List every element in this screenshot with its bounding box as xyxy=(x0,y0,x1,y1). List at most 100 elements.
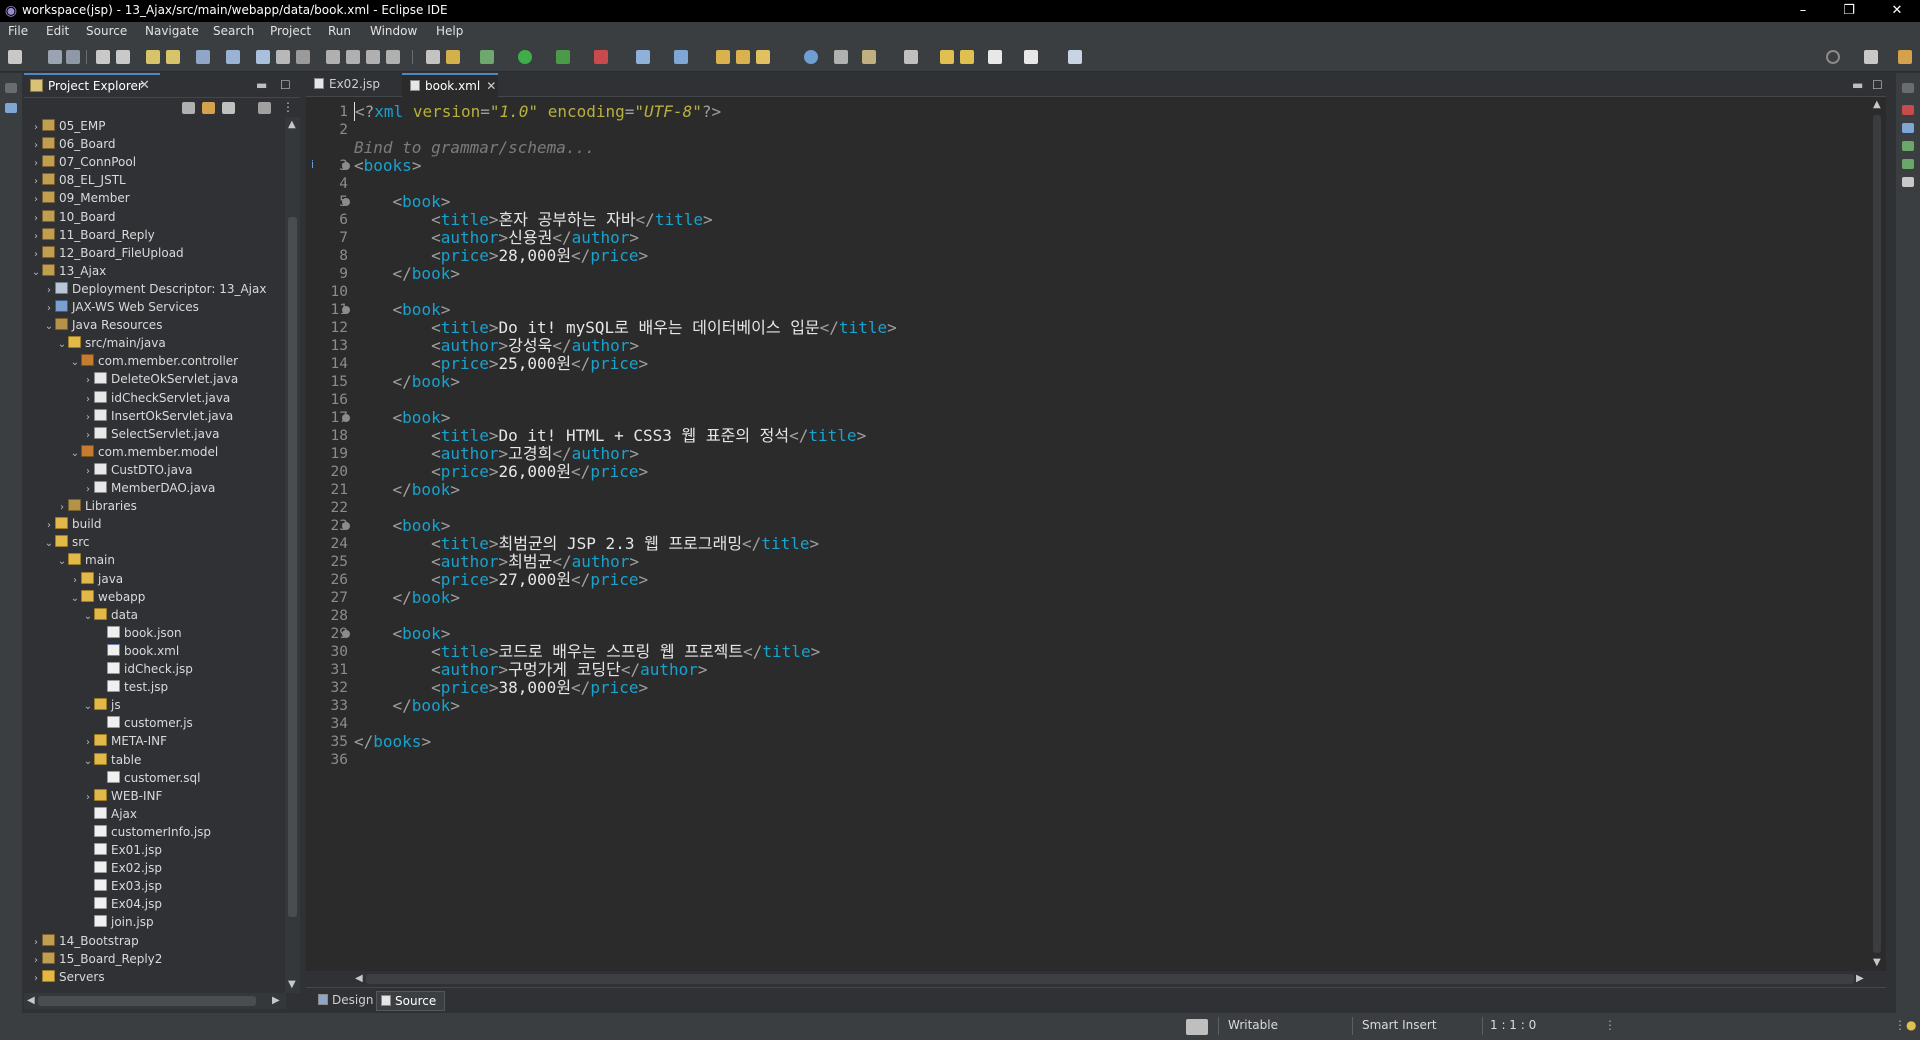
tree-item[interactable]: Ex02.jsp xyxy=(82,859,162,877)
new-icon[interactable] xyxy=(8,50,22,64)
scroll-down-icon[interactable]: ▼ xyxy=(1873,957,1881,968)
restore-view-icon[interactable] xyxy=(5,83,17,93)
toggle-mark-occurrences-icon[interactable] xyxy=(426,50,440,64)
menu-project[interactable]: Project xyxy=(270,24,311,38)
open-type-icon[interactable] xyxy=(146,50,160,64)
tab-book-xml[interactable]: book.xml ✕ xyxy=(402,73,498,97)
terminate-icon[interactable] xyxy=(296,50,310,64)
minimize-editor-icon[interactable]: ▬ xyxy=(1852,78,1863,92)
explorer-horizontal-scrollbar[interactable]: ◀ ▶ xyxy=(24,993,286,1009)
tree-item[interactable]: ⌄ data xyxy=(82,606,138,624)
fold-toggle-icon[interactable] xyxy=(342,630,350,638)
step-over-icon[interactable] xyxy=(346,50,360,64)
scroll-left-icon[interactable]: ◀ xyxy=(27,995,35,1006)
drop-to-frame-icon[interactable] xyxy=(386,50,400,64)
tree-item[interactable]: › 14_Bootstrap xyxy=(30,932,139,950)
edit-icon[interactable] xyxy=(756,50,770,64)
open-resource-icon[interactable] xyxy=(166,50,180,64)
run-icon[interactable] xyxy=(518,50,532,64)
tree-item[interactable]: › CustDTO.java xyxy=(82,461,192,479)
perspective-icon[interactable] xyxy=(1864,50,1878,64)
scroll-up-icon[interactable]: ▲ xyxy=(288,119,296,130)
scrollbar-thumb[interactable] xyxy=(38,996,256,1006)
tree-item[interactable]: ⌄ js xyxy=(82,696,121,714)
editor-vertical-scrollbar[interactable]: ▲ ▼ xyxy=(1868,97,1886,971)
minimized-view-icon[interactable] xyxy=(5,103,17,113)
save-all-icon[interactable] xyxy=(66,50,80,64)
forward-icon[interactable] xyxy=(1024,50,1038,64)
console-view-icon[interactable] xyxy=(1902,177,1914,187)
toggle-breadcrumb-icon[interactable] xyxy=(446,50,460,64)
chevron-down-icon[interactable]: ⌄ xyxy=(30,264,42,282)
scrollbar-thumb[interactable] xyxy=(288,217,297,917)
tree-item[interactable]: › Deployment Descriptor: 13_Ajax xyxy=(43,280,266,298)
chevron-right-icon[interactable]: › xyxy=(30,970,42,983)
open-project-icon[interactable] xyxy=(736,50,750,64)
step-return-icon[interactable] xyxy=(366,50,380,64)
tree-item[interactable]: › 10_Board xyxy=(30,208,116,226)
open-folder-icon[interactable] xyxy=(716,50,730,64)
tree-item[interactable]: › InsertOkServlet.java xyxy=(82,407,233,425)
tree-item[interactable]: test.jsp xyxy=(95,678,168,696)
tree-item[interactable]: › 09_Member xyxy=(30,189,130,207)
problems-view-icon[interactable] xyxy=(1902,105,1914,115)
fold-toggle-icon[interactable] xyxy=(342,198,350,206)
tab-ex02-jsp[interactable]: Ex02.jsp xyxy=(306,73,402,97)
chevron-down-icon[interactable]: ⌄ xyxy=(82,753,94,771)
menu-file[interactable]: File xyxy=(8,24,28,38)
menu-search[interactable]: Search xyxy=(213,24,254,38)
link-with-editor-icon[interactable] xyxy=(202,102,215,114)
close-icon[interactable]: ✕ xyxy=(486,79,496,93)
fold-toggle-icon[interactable] xyxy=(342,414,350,422)
tree-item[interactable]: join.jsp xyxy=(82,913,154,931)
scrollbar-thumb[interactable] xyxy=(1873,115,1881,953)
minimize-view-icon[interactable]: ▬ xyxy=(256,78,267,92)
tree-item[interactable]: book.xml xyxy=(95,642,179,660)
save-icon[interactable] xyxy=(48,50,62,64)
scrollbar-thumb[interactable] xyxy=(366,974,1854,984)
restore-view-icon[interactable] xyxy=(1902,83,1914,93)
external-tools-icon[interactable] xyxy=(594,50,608,64)
collapse-all-icon[interactable] xyxy=(182,102,195,114)
tree-item[interactable]: ⌄ com.member.model xyxy=(69,443,218,461)
fold-toggle-icon[interactable] xyxy=(342,162,350,170)
tree-item[interactable]: › 11_Board_Reply xyxy=(30,226,155,244)
scroll-down-icon[interactable]: ▼ xyxy=(288,979,296,990)
tree-item[interactable]: › Libraries xyxy=(56,497,137,515)
tree-item[interactable]: idCheck.jsp xyxy=(95,660,193,678)
tree-item[interactable]: customerInfo.jsp xyxy=(82,823,211,841)
maximize-editor-icon[interactable]: ☐ xyxy=(1872,78,1883,92)
tree-item[interactable]: › 12_Board_FileUpload xyxy=(30,244,184,262)
tree-item[interactable]: › 06_Board xyxy=(30,135,116,153)
tree-item[interactable]: ⌄ 13_Ajax xyxy=(30,262,106,280)
editor-horizontal-scrollbar[interactable]: ◀ ▶ xyxy=(352,971,1868,987)
chevron-down-icon[interactable]: ⌄ xyxy=(69,354,81,372)
prev-annotation-icon[interactable] xyxy=(940,50,954,64)
pin-editor-icon[interactable] xyxy=(904,50,918,64)
last-edit-icon[interactable] xyxy=(862,50,876,64)
chevron-down-icon[interactable]: ⌄ xyxy=(69,445,81,463)
scroll-right-icon[interactable]: ▶ xyxy=(272,995,280,1006)
open-perspective-icon[interactable] xyxy=(1068,50,1082,64)
tasks-view-icon[interactable] xyxy=(1902,141,1914,151)
chevron-down-icon[interactable]: ⌄ xyxy=(82,608,94,626)
new-server-icon[interactable] xyxy=(636,50,650,64)
source-editor[interactable]: 1234567891011121314151617181920212223242… xyxy=(306,97,1886,971)
filter-icon[interactable] xyxy=(222,102,235,114)
scroll-right-icon[interactable]: ▶ xyxy=(1856,973,1864,984)
menu-source[interactable]: Source xyxy=(86,24,127,38)
scroll-left-icon[interactable]: ◀ xyxy=(355,973,363,984)
restore-button[interactable]: ❐ xyxy=(1826,0,1872,22)
chevron-down-icon[interactable]: ⌄ xyxy=(56,336,68,354)
menu-help[interactable]: Help xyxy=(436,24,463,38)
maximize-view-icon[interactable]: ☐ xyxy=(280,78,291,92)
project-explorer-tab[interactable]: Project Explorer ✕ xyxy=(24,73,160,97)
step-into-icon[interactable] xyxy=(326,50,340,64)
tree-item[interactable]: ⌄ src/main/java xyxy=(56,334,166,352)
tip-bulb-icon[interactable]: ● xyxy=(1906,1018,1916,1032)
tree-item[interactable]: › build xyxy=(43,515,102,533)
annotation-icon[interactable] xyxy=(834,50,848,64)
coverage-icon[interactable] xyxy=(556,50,570,64)
more-options-icon[interactable]: ⋮ xyxy=(282,100,294,114)
tree-item[interactable]: › DeleteOkServlet.java xyxy=(82,370,238,388)
